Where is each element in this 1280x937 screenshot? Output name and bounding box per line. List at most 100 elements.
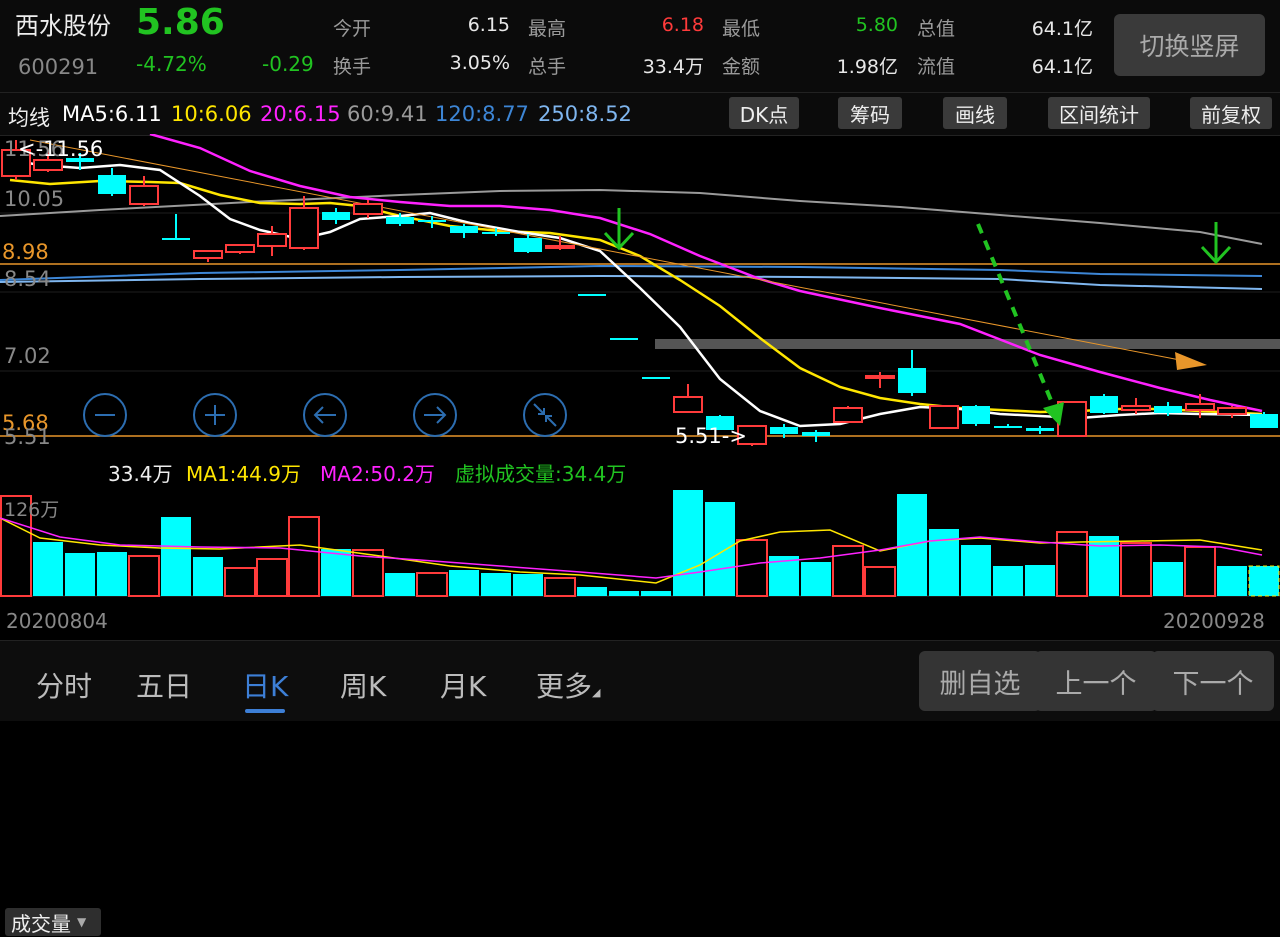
- volume-header: 成交量 ▼ 33.4万 MA1:44.9万 MA2:50.2万 虚拟成交量:34…: [0, 452, 1280, 936]
- volume-label: 总手: [528, 56, 567, 78]
- ma250-value: 250:8.52: [538, 102, 632, 126]
- ma20-value: 20:6.15: [260, 102, 341, 126]
- candle-body: [322, 212, 350, 220]
- candle-body: [1185, 403, 1215, 411]
- candlestick-chart[interactable]: 11.56 10.05 8.98 8.54 7.02 5.68 5.51 <-1…: [0, 134, 1280, 450]
- candle: [193, 250, 223, 262]
- scroll-left-icon[interactable]: [303, 393, 347, 437]
- tab-monthly-k[interactable]: 月K: [440, 665, 486, 705]
- ma250-line: [0, 274, 1263, 290]
- volume-chart[interactable]: 126万 20200804 20200928: [0, 488, 1280, 640]
- candle-body: [289, 207, 319, 249]
- open-label: 今开: [333, 18, 372, 40]
- volume-bar: [288, 516, 320, 597]
- candle: [1217, 406, 1247, 418]
- float-value: 64.1亿: [1031, 56, 1093, 78]
- change-amount: -0.29: [262, 52, 314, 76]
- volume-bar: [961, 545, 991, 596]
- ma120-line: [0, 264, 1263, 281]
- candle-body: [1250, 414, 1278, 428]
- zoom-out-icon[interactable]: [83, 393, 127, 437]
- gray-zone-band: [655, 339, 1280, 349]
- volume-bar: [993, 566, 1023, 596]
- volume-max-label: 126万: [4, 499, 59, 521]
- date-end: 20200928: [1163, 609, 1265, 633]
- volume-bar: [97, 552, 127, 596]
- green-arrow-2: [1200, 222, 1232, 265]
- low-value: 5.80: [855, 14, 898, 36]
- candle-body: [1026, 428, 1054, 431]
- candle: [98, 168, 126, 196]
- change-percent: -4.72%: [136, 52, 207, 76]
- amount-value: 1.98亿: [836, 56, 898, 78]
- switch-portrait-button[interactable]: 切换竖屏: [1114, 14, 1265, 76]
- tab-daily-k[interactable]: 日K: [242, 665, 288, 705]
- next-stock-button[interactable]: 下一个: [1152, 651, 1274, 711]
- active-tab-indicator: [245, 709, 285, 713]
- candle-body: [865, 375, 895, 379]
- volume-bar: [224, 567, 256, 597]
- zoom-in-icon[interactable]: [193, 393, 237, 437]
- mcap-value: 64.1亿: [1031, 18, 1093, 40]
- volume-bar: [801, 562, 831, 596]
- chips-button[interactable]: 筹码: [838, 97, 902, 129]
- candle-body: [770, 427, 798, 434]
- volume-bar: [193, 557, 223, 596]
- candle: [673, 384, 703, 413]
- candle: [225, 244, 255, 254]
- candle-body: [962, 406, 990, 424]
- range-stats-button[interactable]: 区间统计: [1048, 97, 1150, 129]
- price-label-551: 5.51: [4, 425, 51, 449]
- last-price: 5.86: [136, 2, 225, 43]
- tab-five-day[interactable]: 五日: [136, 665, 192, 705]
- float-label: 流值: [917, 56, 956, 78]
- indicator-selector[interactable]: 成交量 ▼: [5, 908, 101, 936]
- candle: [450, 224, 478, 238]
- draw-line-button[interactable]: 画线: [943, 97, 1007, 129]
- remove-watchlist-button[interactable]: 删自选: [919, 651, 1041, 711]
- volume-current: 33.4万: [108, 462, 173, 486]
- candle: [929, 405, 959, 429]
- candle: [418, 216, 446, 228]
- corner-triangle-icon: ◢: [592, 686, 601, 699]
- volume-bar: [161, 517, 191, 596]
- candle-body: [1154, 406, 1182, 413]
- turnover-label: 换手: [333, 56, 372, 78]
- volume-bar: [736, 539, 768, 597]
- previous-stock-button[interactable]: 上一个: [1035, 651, 1157, 711]
- dk-point-button[interactable]: DK点: [729, 97, 799, 129]
- chevron-down-icon: ▼: [77, 915, 87, 929]
- volume-bar: [256, 558, 288, 597]
- volume-bar: [1184, 546, 1216, 597]
- price-label-702: 7.02: [4, 344, 51, 368]
- price-label-854: 8.54: [4, 267, 51, 291]
- low-marker: 5.51->: [675, 424, 747, 448]
- volume-bar: [1025, 565, 1055, 596]
- candle: [1090, 394, 1118, 414]
- candle-body: [33, 159, 63, 171]
- high-value: 6.18: [661, 14, 704, 36]
- candle-body: [129, 185, 159, 205]
- candle-body: [545, 245, 575, 249]
- candle-body: [673, 396, 703, 413]
- volume-bar: [1153, 562, 1183, 596]
- ma20-line: [149, 134, 1263, 413]
- candle-body: [1121, 405, 1151, 411]
- candle: [578, 294, 606, 296]
- indicator-selector-label: 成交量: [11, 911, 71, 936]
- tab-more[interactable]: 更多◢: [536, 665, 600, 705]
- candle: [162, 214, 190, 240]
- reset-zoom-icon[interactable]: [523, 393, 567, 437]
- tab-intraday[interactable]: 分时: [36, 665, 92, 705]
- volume-bar: [481, 573, 511, 596]
- scroll-right-icon[interactable]: [413, 393, 457, 437]
- volume-bar: [577, 587, 607, 596]
- ma120-value: 120:8.77: [435, 102, 529, 126]
- volume-bar: [609, 591, 639, 596]
- candle-body: [514, 238, 542, 252]
- forward-adjust-button[interactable]: 前复权: [1190, 97, 1272, 129]
- low-label: 最低: [722, 18, 761, 40]
- tab-weekly-k[interactable]: 周K: [340, 665, 386, 705]
- candle: [610, 338, 638, 340]
- volume-bar: [65, 553, 95, 596]
